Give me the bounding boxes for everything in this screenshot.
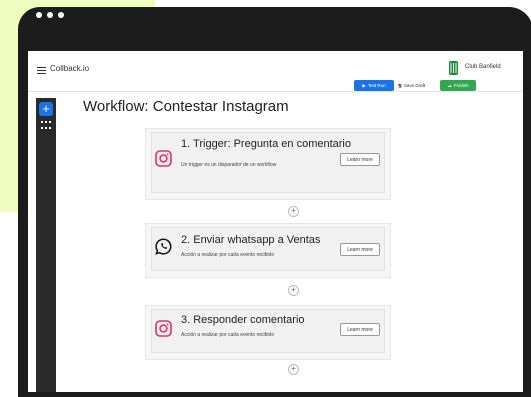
add-button[interactable]: + — [39, 102, 53, 116]
apps-grid-icon[interactable] — [41, 121, 51, 131]
window-controls — [36, 12, 64, 18]
learn-more-button[interactable]: Learn more — [340, 243, 380, 256]
sidebar: + — [36, 98, 56, 392]
save-draft-label: Save Draft — [403, 83, 426, 88]
test-run-label: Test Run — [367, 83, 386, 88]
add-step-button[interactable]: + — [288, 206, 299, 217]
step-card-2[interactable]: 2. Enviar whatsapp a Ventas Acción a rea… — [145, 223, 391, 278]
menu-icon[interactable] — [37, 67, 46, 75]
step-card-1[interactable]: 1. Trigger: Pregunta en comentario Un tr… — [145, 128, 391, 200]
window-dot — [58, 12, 64, 18]
learn-more-button[interactable]: Learn more — [340, 153, 380, 166]
workflow-title: Workflow: Contestar Instagram — [83, 98, 289, 115]
save-draft-button[interactable]: 🖫 Save Draft — [398, 80, 425, 91]
publish-button[interactable]: ☁ Publish — [440, 80, 476, 91]
save-icon: 🖫 — [398, 82, 402, 88]
learn-more-button[interactable]: Learn more — [340, 323, 380, 336]
step-card-3[interactable]: 3. Responder comentario Acción a realiza… — [145, 305, 391, 360]
instagram-icon — [155, 150, 172, 167]
step-card-inner: 1. Trigger: Pregunta en comentario Un tr… — [151, 132, 385, 193]
publish-label: Publish — [453, 83, 469, 88]
add-step-button[interactable]: + — [288, 364, 299, 375]
step-card-inner: 3. Responder comentario Acción a realiza… — [151, 309, 385, 353]
window-dot — [36, 12, 42, 18]
org-name: Club Banfield — [465, 64, 501, 70]
step-title: 2. Enviar whatsapp a Ventas — [181, 234, 321, 246]
step-card-inner: 2. Enviar whatsapp a Ventas Acción a rea… — [151, 227, 385, 271]
add-step-button[interactable]: + — [288, 285, 299, 296]
app-title: Collback.io — [50, 64, 90, 73]
instagram-icon — [155, 320, 172, 337]
step-description: Acción a realizar por cada evento recibi… — [181, 332, 275, 338]
test-run-button[interactable]: ▶ Test Run — [354, 80, 394, 91]
step-description: Acción a realizar por cada evento recibi… — [181, 252, 275, 258]
step-description: Un trigger es un disparador de un workfl… — [181, 162, 277, 168]
step-title: 1. Trigger: Pregunta en comentario — [181, 138, 351, 150]
org-logo-icon — [449, 61, 458, 75]
play-icon: ▶ — [362, 82, 366, 88]
window-dot — [47, 12, 53, 18]
whatsapp-icon — [155, 238, 172, 255]
cloud-icon: ☁ — [447, 82, 452, 88]
step-title: 3. Responder comentario — [181, 314, 305, 326]
